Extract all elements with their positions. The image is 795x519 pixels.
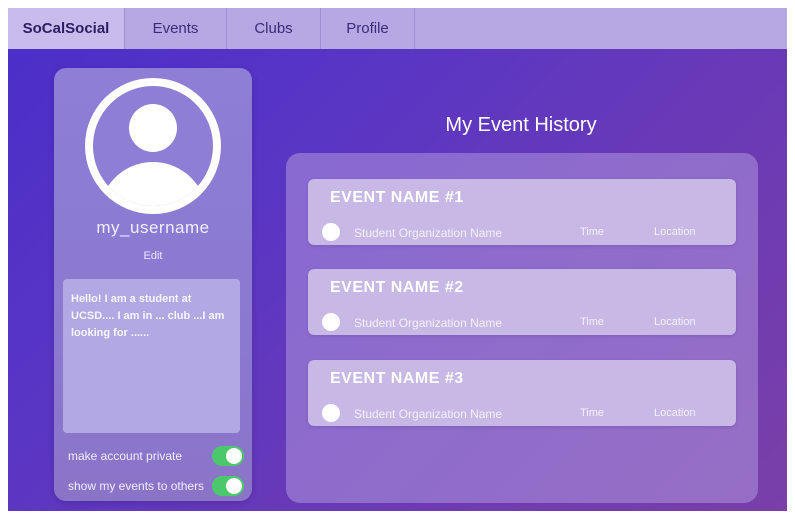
event-time: Time: [580, 226, 605, 238]
toggle-label-private: make account private: [68, 449, 183, 463]
event-name: EVENT NAME #3: [330, 370, 464, 387]
event-name: EVENT NAME #1: [330, 189, 464, 206]
event-location: Location: [654, 316, 696, 328]
org-avatar-icon: [322, 223, 340, 241]
event-location: Location: [654, 407, 696, 419]
profile-card: my_username Edit Hello! I am a student a…: [54, 68, 252, 501]
event-org: Student Organization Name: [354, 316, 503, 330]
toggle-row-private: make account private: [68, 445, 244, 467]
nav-clubs[interactable]: Clubs: [227, 8, 321, 49]
event-card[interactable]: EVENT NAME #2 Student Organization Name …: [308, 269, 736, 335]
toggle-label-show-events: show my events to others: [68, 479, 205, 493]
event-name: EVENT NAME #2: [330, 279, 464, 296]
brand-logo[interactable]: SoCalSocial: [8, 8, 125, 49]
org-avatar-icon: [322, 313, 340, 331]
event-history-title: My Event History: [445, 114, 597, 136]
avatar-silhouette: [93, 86, 213, 206]
username: my_username: [96, 218, 210, 237]
nav-events[interactable]: Events: [125, 8, 227, 49]
private-account-toggle[interactable]: [212, 446, 244, 466]
event-card[interactable]: EVENT NAME #3 Student Organization Name …: [308, 360, 736, 426]
edit-profile-link[interactable]: Edit: [54, 250, 252, 262]
event-location: Location: [654, 226, 696, 238]
toggle-row-show-events: show my events to others: [68, 475, 244, 497]
top-navbar: SoCalSocial Events Clubs Profile: [8, 8, 787, 49]
bio-textbox[interactable]: Hello! I am a student at UCSD.... I am i…: [63, 279, 240, 433]
toggle-knob: [226, 448, 242, 464]
avatar-body: [99, 162, 207, 206]
nav-profile[interactable]: Profile: [321, 8, 415, 49]
event-org: Student Organization Name: [354, 407, 503, 421]
event-card[interactable]: EVENT NAME #1 Student Organization Name …: [308, 179, 736, 245]
event-history-panel: EVENT NAME #1 Student Organization Name …: [286, 153, 758, 503]
event-org: Student Organization Name: [354, 226, 503, 240]
app-frame: SoCalSocial Events Clubs Profile my_user…: [8, 8, 787, 511]
event-time: Time: [580, 407, 605, 419]
org-avatar-icon: [322, 404, 340, 422]
show-events-toggle[interactable]: [212, 476, 244, 496]
avatar-head: [129, 104, 177, 152]
avatar-icon: [85, 78, 221, 214]
toggle-knob: [226, 478, 242, 494]
event-time: Time: [580, 316, 605, 328]
